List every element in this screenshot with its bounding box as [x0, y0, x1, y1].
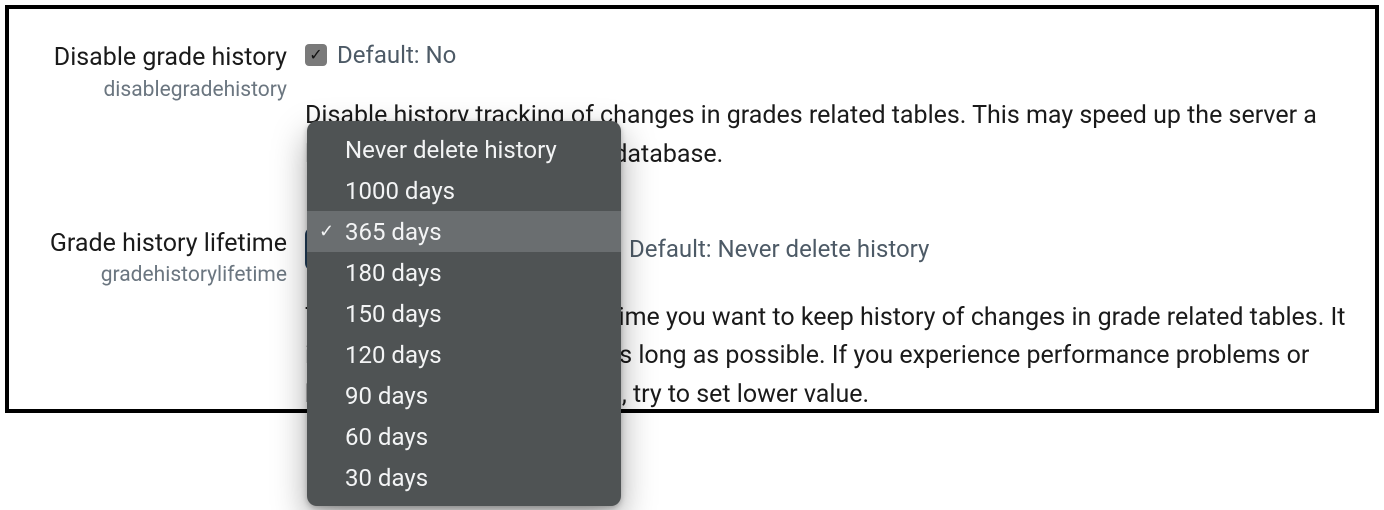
- dropdown-option[interactable]: Never delete history: [307, 129, 621, 170]
- dropdown-option-label: Never delete history: [345, 136, 557, 164]
- default-label: Default: No: [337, 41, 456, 69]
- dropdown-option[interactable]: 60 days: [307, 416, 621, 457]
- dropdown-option-label: 30 days: [345, 464, 428, 492]
- dropdown-option[interactable]: 1000 days: [307, 170, 621, 211]
- checkmark-icon: ✓: [309, 47, 322, 63]
- setting-key: disablegradehistory: [9, 77, 287, 104]
- default-label: Default: Never delete history: [629, 235, 929, 263]
- dropdown-option-label: 150 days: [345, 300, 442, 328]
- dropdown-option-label: 365 days: [345, 218, 442, 246]
- setting-title: Grade history lifetime: [9, 227, 287, 261]
- dropdown-option-label: 1000 days: [345, 177, 455, 205]
- dropdown-option-label: 60 days: [345, 423, 428, 451]
- dropdown-option[interactable]: 90 days: [307, 375, 621, 416]
- dropdown-option-label: 120 days: [345, 341, 442, 369]
- setting-label-col: Grade history lifetime gradehistorylifet…: [9, 219, 305, 290]
- dropdown-option[interactable]: 150 days: [307, 293, 621, 334]
- disable-grade-history-checkbox[interactable]: ✓: [305, 44, 327, 66]
- dropdown-option[interactable]: 180 days: [307, 252, 621, 293]
- checkbox-row: ✓ Default: No: [305, 41, 1365, 69]
- setting-key: gradehistorylifetime: [9, 262, 287, 289]
- dropdown-option[interactable]: 120 days: [307, 334, 621, 375]
- checkmark-icon: ✓: [319, 221, 334, 242]
- setting-row-grade-history-lifetime: Grade history lifetime gradehistorylifet…: [9, 219, 1375, 414]
- setting-row-disable-grade-history: Disable grade history disablegradehistor…: [9, 33, 1375, 175]
- dropdown-option-label: 180 days: [345, 259, 442, 287]
- dropdown-option[interactable]: 30 days: [307, 457, 621, 498]
- dropdown-option[interactable]: ✓ 365 days: [307, 211, 621, 252]
- dropdown-option-label: 90 days: [345, 382, 428, 410]
- setting-label-col: Disable grade history disablegradehistor…: [9, 33, 305, 104]
- grade-history-lifetime-dropdown[interactable]: Never delete history 1000 days ✓ 365 days 18…: [307, 121, 621, 506]
- settings-frame: Disable grade history disablegradehistor…: [5, 5, 1379, 413]
- setting-title: Disable grade history: [9, 41, 287, 75]
